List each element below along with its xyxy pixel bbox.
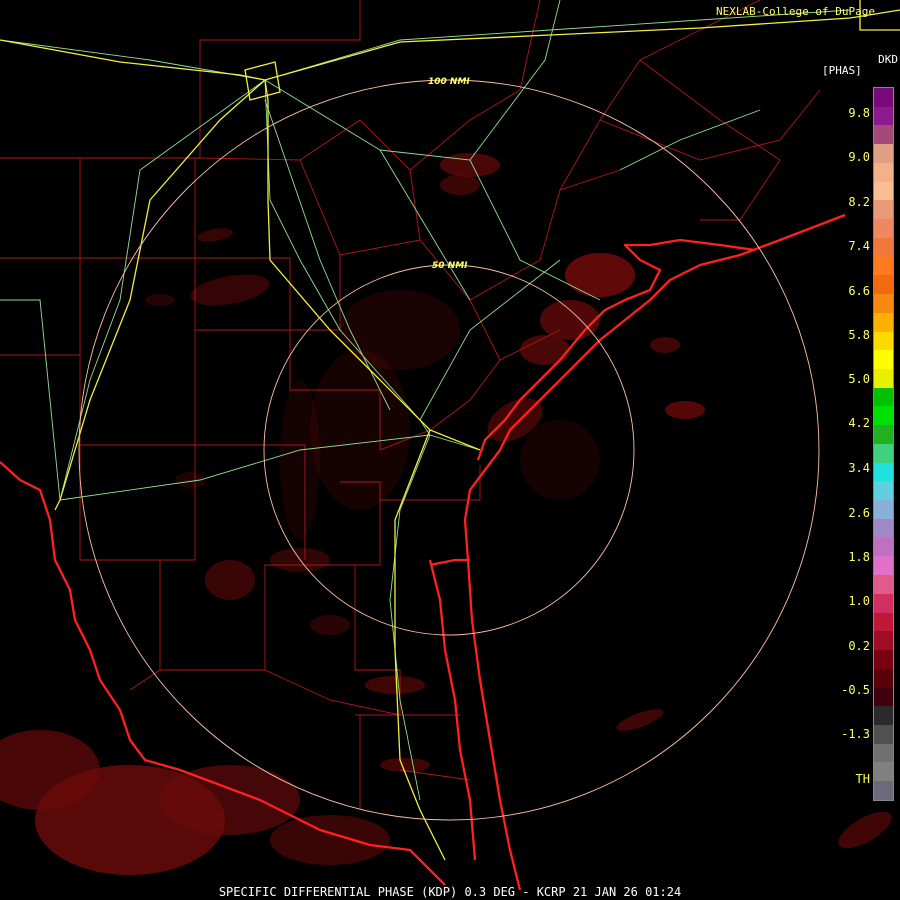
scale-swatch (874, 125, 893, 145)
scale-swatch (874, 575, 893, 594)
echo-cell (160, 765, 300, 835)
scale-swatch (874, 425, 893, 444)
scale-label: 9.8 (848, 106, 870, 120)
scale-label: 6.6 (848, 284, 870, 298)
echo-cell (440, 175, 480, 195)
scale-label: 1.0 (848, 594, 870, 608)
echo-cell (280, 380, 320, 540)
scale-swatch (874, 500, 893, 519)
echo-cell (565, 253, 635, 297)
scale-swatch (874, 687, 893, 707)
echo-cell (650, 337, 680, 353)
scale-swatch (874, 181, 893, 201)
product-unit: [PHAS] (822, 64, 862, 77)
scale-swatch (874, 406, 893, 426)
scale-swatch (874, 275, 893, 295)
echo-cell (190, 274, 270, 306)
scale-swatch (874, 781, 893, 800)
scale-label: 0.2 (848, 639, 870, 653)
echo-cell (520, 335, 570, 365)
scale-swatch (874, 556, 893, 576)
echo-cell (616, 709, 664, 731)
echo-cell (310, 615, 350, 635)
scale-swatch (874, 200, 893, 220)
scale-label: 5.0 (848, 372, 870, 386)
scale-swatch (874, 724, 893, 744)
scale-label: -1.3 (841, 727, 870, 741)
scale-swatch (874, 350, 893, 370)
scale-swatch (874, 237, 893, 257)
range-ring-label-100: 100 NMI (428, 77, 470, 87)
echo-cell (365, 676, 425, 694)
scale-swatch (874, 650, 893, 669)
product-caption: SPECIFIC DIFFERENTIAL PHASE (KDP) 0.3 DE… (218, 885, 682, 899)
scale-label: 5.8 (848, 328, 870, 342)
scale-swatch (874, 88, 893, 107)
scale-label: 7.4 (848, 239, 870, 253)
scale-swatch (874, 593, 893, 613)
echo-cell (380, 758, 430, 772)
radar-map: 100 NMI 50 NMI (0, 0, 900, 891)
scale-swatch (874, 668, 893, 688)
scale-swatch (874, 481, 893, 501)
echo-cell (197, 228, 233, 242)
scale-swatch (874, 294, 893, 313)
scale-label: 4.2 (848, 416, 870, 430)
scale-swatch (874, 219, 893, 238)
scale-swatch (874, 462, 893, 482)
range-ring-label-50: 50 NMI (432, 261, 468, 271)
highways (0, 0, 900, 861)
echo-cell (310, 350, 410, 510)
scale-swatch (874, 144, 893, 163)
echo-cell (145, 294, 175, 306)
scale-swatch (874, 312, 893, 332)
echo-cell (440, 153, 500, 177)
echo-cell (270, 815, 390, 865)
credit-label: NEXLAB-College of DuPage (716, 5, 875, 18)
scale-swatch (874, 518, 893, 538)
scale-swatch (874, 443, 893, 463)
scale-label: TH (855, 772, 870, 786)
echo-cell (540, 300, 600, 340)
scale-label: 9.0 (848, 150, 870, 164)
scale-label: -0.5 (841, 683, 870, 697)
echo-cell (838, 811, 892, 849)
scale-swatch (874, 106, 893, 126)
scale-label: 8.2 (848, 195, 870, 209)
echo-cell (205, 560, 255, 600)
scale-swatch (874, 612, 893, 632)
scale-swatch (874, 537, 893, 557)
scale-label: 2.6 (848, 506, 870, 520)
scale-swatch (874, 256, 893, 276)
scale-swatch (874, 331, 893, 351)
color-scale-bar (873, 87, 894, 801)
scale-swatch (874, 162, 893, 182)
scale-swatch (874, 743, 893, 763)
echo-cell (520, 420, 600, 500)
roads (0, 0, 851, 801)
scale-swatch (874, 631, 893, 651)
scale-swatch (874, 369, 893, 388)
echo-cell (665, 401, 705, 419)
scale-label: 1.8 (848, 550, 870, 564)
scale-swatch (874, 387, 893, 407)
scale-swatch (874, 706, 893, 725)
scale-swatch (874, 762, 893, 782)
scale-label: 3.4 (848, 461, 870, 475)
